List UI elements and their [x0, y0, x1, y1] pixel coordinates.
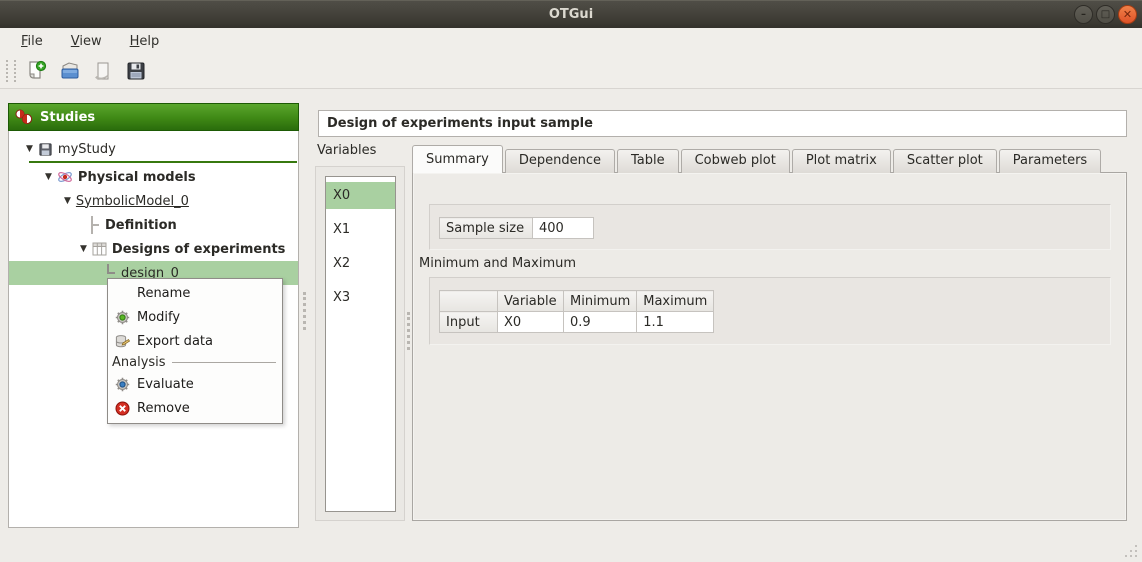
corner-header-cell [440, 291, 498, 312]
toolbar-drag-handle[interactable] [6, 60, 16, 82]
variable-header-cell: Variable [498, 291, 564, 312]
sample-size-label: Sample size [440, 218, 533, 239]
tree-item-definition[interactable]: Definition [9, 213, 298, 237]
current-study-underline [29, 161, 297, 163]
toolbar [0, 54, 1142, 89]
document-title: Design of experiments input sample [318, 110, 1127, 137]
maximum-header-cell: Maximum [637, 291, 714, 312]
sample-size-box: Sample size 400 [429, 204, 1111, 250]
expand-arrow-icon[interactable]: ▼ [64, 197, 71, 206]
tab-dependence[interactable]: Dependence [505, 149, 615, 173]
variables-panel: X0 X1 X2 X3 [315, 166, 405, 521]
tree-branch-icon [90, 216, 100, 234]
tree-item-mystudy[interactable]: ▼ myStudy [9, 137, 298, 161]
row-header-input: Input [440, 312, 498, 333]
close-button[interactable]: ✕ [1118, 5, 1137, 24]
variable-item-x1[interactable]: X1 [326, 216, 395, 243]
table-row: Input X0 0.9 1.1 [440, 312, 714, 333]
minimum-header-cell: Minimum [564, 291, 637, 312]
open-study-button[interactable] [55, 57, 85, 85]
window-controls: – □ ✕ [1074, 5, 1137, 24]
maximize-button[interactable]: □ [1096, 5, 1115, 24]
menu-item-evaluate[interactable]: Evaluate [108, 372, 282, 396]
tree-item-symbolicmodel-0[interactable]: ▼ SymbolicModel_0 [9, 189, 298, 213]
table-header-row: Variable Minimum Maximum [440, 291, 714, 312]
expand-arrow-icon[interactable]: ▼ [80, 245, 87, 254]
no-icon [114, 285, 130, 301]
expand-arrow-icon[interactable]: ▼ [26, 145, 33, 154]
save-icon [125, 60, 147, 82]
database-export-icon [114, 333, 130, 349]
tab-cobweb-plot[interactable]: Cobweb plot [681, 149, 790, 173]
studies-panel-title: Studies [40, 110, 95, 125]
minmax-table: Variable Minimum Maximum Input X0 0.9 1.… [439, 290, 714, 333]
atom-icon [57, 169, 73, 185]
gear-run-icon [114, 376, 130, 392]
cell-maximum[interactable]: 1.1 [637, 312, 714, 333]
close-icon: ✕ [1119, 6, 1136, 23]
variables-label: Variables [317, 143, 376, 158]
context-menu: Rename Modify Export data [107, 278, 283, 424]
sample-size-value: 400 [533, 218, 594, 239]
save-study-button[interactable] [121, 57, 151, 85]
tab-table[interactable]: Table [617, 149, 679, 173]
new-study-button[interactable] [22, 57, 52, 85]
minmax-title: Minimum and Maximum [419, 256, 576, 271]
tab-parameters[interactable]: Parameters [999, 149, 1101, 173]
application-window: OTGui – □ ✕ File View Help [0, 0, 1142, 562]
variable-item-x3[interactable]: X3 [326, 284, 395, 311]
menubar: File View Help [0, 28, 1142, 54]
sample-size-table: Sample size 400 [439, 217, 594, 239]
summary-tab-panel: Sample size 400 Minimum and Maximum Vari… [412, 172, 1127, 521]
menu-item-rename[interactable]: Rename [108, 281, 282, 305]
tab-summary[interactable]: Summary [412, 145, 503, 173]
splitter-handle-left[interactable] [303, 292, 306, 330]
splitter-handle-right[interactable] [407, 312, 410, 350]
tab-bar: Summary Dependence Table Cobweb plot Plo… [412, 145, 1103, 173]
titlebar[interactable]: OTGui – □ ✕ [0, 0, 1142, 28]
menu-item-remove[interactable]: Remove [108, 396, 282, 420]
table-icon [92, 242, 107, 256]
tab-scatter-plot[interactable]: Scatter plot [893, 149, 997, 173]
menu-help[interactable]: Help [119, 31, 171, 52]
variable-item-x0[interactable]: X0 [326, 182, 395, 209]
resize-grip-icon[interactable] [1123, 543, 1139, 559]
minmax-box: Variable Minimum Maximum Input X0 0.9 1.… [429, 277, 1111, 345]
menu-section-analysis: Analysis [108, 353, 282, 372]
tab-plot-matrix[interactable]: Plot matrix [792, 149, 891, 173]
open-folder-icon [59, 60, 81, 82]
studies-panel-header: Studies [8, 103, 299, 131]
new-document-icon [26, 60, 48, 82]
tree-item-designs-of-experiments[interactable]: ▼ Designs of experiments [9, 237, 298, 261]
gear-green-icon [114, 309, 130, 325]
study-save-icon [38, 142, 53, 157]
menu-item-modify[interactable]: Modify [108, 305, 282, 329]
menu-item-export-data[interactable]: Export data [108, 329, 282, 353]
window-title: OTGui [0, 1, 1142, 29]
minimize-button[interactable]: – [1074, 5, 1093, 24]
menu-file[interactable]: File [10, 31, 54, 52]
variable-item-x2[interactable]: X2 [326, 250, 395, 277]
expand-arrow-icon[interactable]: ▼ [45, 173, 52, 182]
variables-list: X0 X1 X2 X3 [325, 176, 396, 512]
cell-variable[interactable]: X0 [498, 312, 564, 333]
menu-view[interactable]: View [60, 31, 113, 52]
cell-minimum[interactable]: 0.9 [564, 312, 637, 333]
remove-icon [114, 400, 130, 416]
maximize-icon: □ [1097, 6, 1114, 23]
minimize-icon: – [1075, 6, 1092, 23]
section-divider [172, 362, 276, 363]
tree-item-physical-models[interactable]: ▼ Physical models [9, 165, 298, 189]
import-script-icon [92, 60, 114, 82]
import-script-button[interactable] [88, 57, 118, 85]
studies-icon [15, 109, 33, 125]
